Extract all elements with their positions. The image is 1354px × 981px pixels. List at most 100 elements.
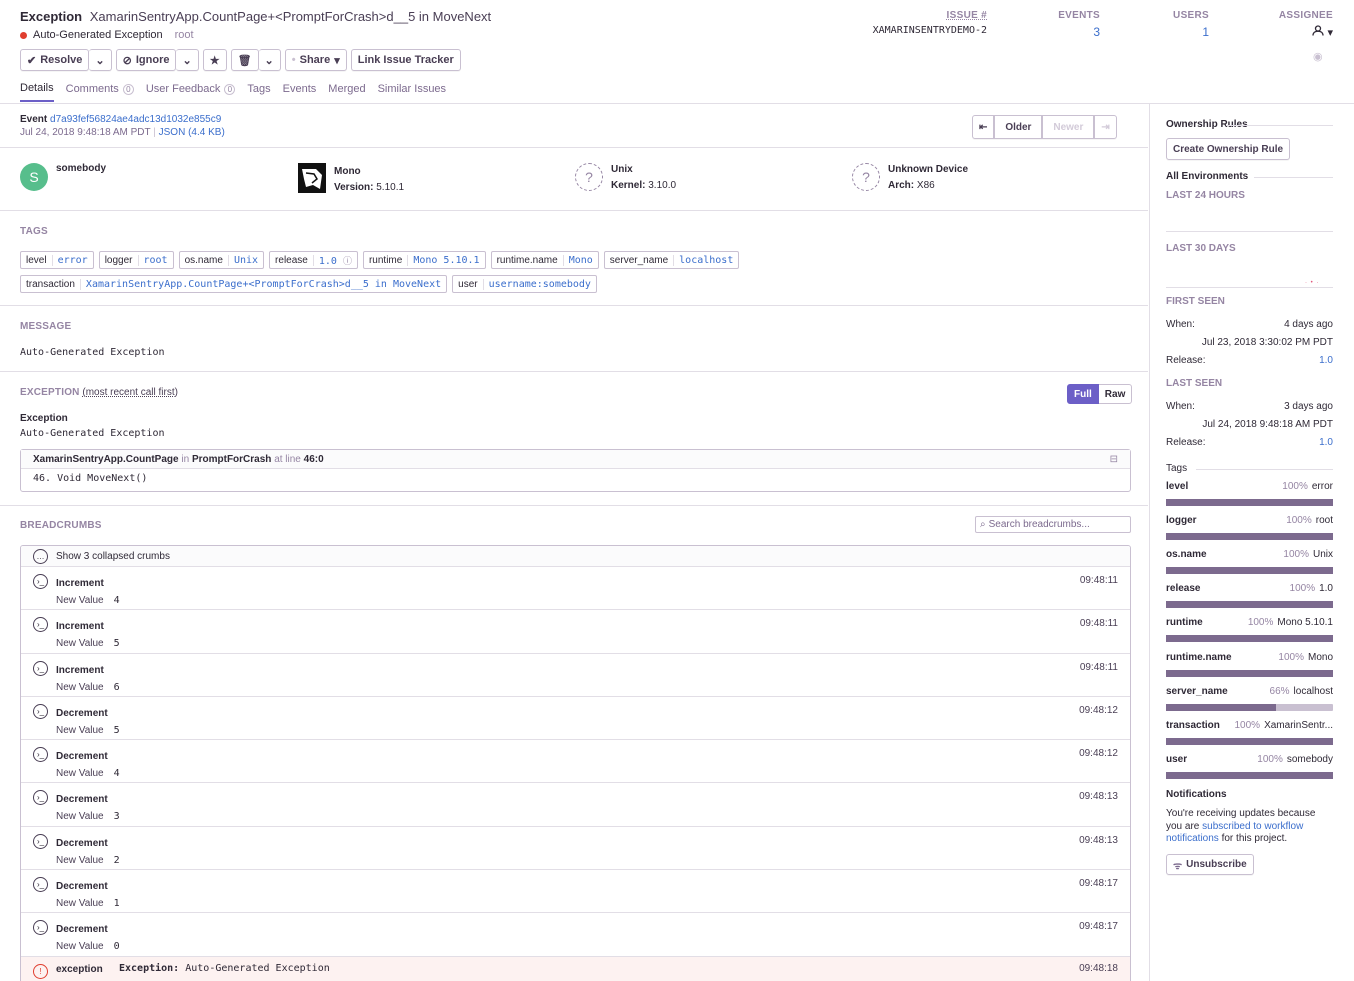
ignore-dropdown[interactable]: ⌄	[176, 49, 199, 71]
wifi-icon: ᯤ	[1173, 860, 1183, 872]
context-runtime: Mono Version: 5.10.1	[298, 163, 404, 196]
resolve-button[interactable]: ✔ Resolve	[20, 49, 90, 71]
divider	[0, 147, 1148, 148]
release-link[interactable]: 1.0	[1319, 355, 1333, 366]
tag-dist-release[interactable]: release 100% 1.0	[1166, 583, 1333, 594]
terminal-icon: ›_	[33, 877, 48, 893]
collapsed-crumbs-toggle[interactable]: … Show 3 collapsed crumbs	[21, 546, 1130, 567]
crumb-time: 09:48:17	[1079, 921, 1118, 933]
older-event-button[interactable]: Older	[994, 115, 1043, 139]
error-level-dot	[20, 31, 27, 39]
tag-dist-os-name[interactable]: os.name 100% Unix	[1166, 549, 1333, 560]
chevron-down-icon: ⌄	[182, 54, 192, 67]
first-seen-when: When: 4 days ago	[1166, 319, 1333, 330]
link-issue-tracker-button[interactable]: Link Issue Tracker	[350, 49, 461, 71]
arch-label: Arch:	[888, 179, 915, 191]
crumb-time: 09:48:11	[1079, 618, 1118, 630]
tag-os-name[interactable]: os.name Unix	[178, 251, 265, 269]
stack-frame[interactable]: XamarinSentryApp.CountPage in PromptForC…	[20, 449, 1131, 492]
full-view-button[interactable]: Full	[1067, 384, 1099, 404]
crumb-value: 4	[113, 768, 120, 780]
raw-view-button[interactable]: Raw	[1098, 384, 1133, 404]
user-name: somebody	[56, 163, 107, 174]
tab-details[interactable]: Details	[20, 82, 54, 102]
tag-value: Mono 5.10.1	[1277, 617, 1333, 628]
tag-server-name[interactable]: server_name localhost	[603, 251, 740, 269]
newer-event-button[interactable]: Newer	[1042, 115, 1095, 139]
tag-bar-fill	[1166, 601, 1333, 608]
delete-dropdown[interactable]: ⌄	[258, 49, 281, 71]
tag-percent: 100%	[1247, 617, 1274, 628]
tag-dist-user[interactable]: user 100% somebody	[1166, 754, 1333, 765]
users-count[interactable]: 1	[1150, 25, 1209, 39]
release-link[interactable]: 1.0	[1319, 437, 1333, 448]
tag-dist-logger[interactable]: logger 100% root	[1166, 515, 1333, 526]
assignee-dropdown[interactable]: ▾	[1270, 25, 1333, 39]
tag-level[interactable]: level error	[20, 251, 94, 269]
ignore-button[interactable]: ⊘ Ignore	[115, 49, 177, 71]
last-seen-date: Jul 24, 2018 9:48:18 AM PDT	[1166, 419, 1333, 430]
context-user: S somebody	[20, 163, 106, 191]
last-event-button[interactable]: ⇥	[1094, 115, 1117, 139]
tags-row-2: transaction XamarinSentryApp.CountPage+<P…	[20, 275, 597, 293]
tag-percent: 100%	[1283, 549, 1309, 560]
tag-top-value: 66% localhost	[1270, 686, 1333, 697]
share-button[interactable]: • Share ▾	[284, 49, 347, 71]
delete-group: 🗑 ⌄	[230, 49, 281, 71]
resolve-dropdown[interactable]: ⌄	[89, 49, 112, 71]
crumb-data: New Value 1	[56, 898, 120, 909]
tag-runtime-name[interactable]: runtime.name Mono	[490, 251, 599, 269]
crumb-time: 09:48:12	[1079, 748, 1118, 760]
exception-order-note[interactable]: (most recent call first)	[82, 387, 178, 398]
events-count[interactable]: 3	[1040, 25, 1100, 39]
tab-similar-issues[interactable]: Similar Issues	[378, 82, 446, 102]
tab-events[interactable]: Events	[283, 82, 317, 102]
tag-dist-runtime-name[interactable]: runtime.name 100% Mono	[1166, 652, 1333, 663]
breadcrumb-search-input[interactable]: ⌕ Search breadcrumbs...	[975, 516, 1131, 533]
all-environments-title[interactable]: All Environments	[1166, 171, 1248, 182]
tag-transaction[interactable]: transaction XamarinSentryApp.CountPage+<P…	[20, 275, 448, 293]
first-seen-release: Release: 1.0	[1166, 355, 1333, 366]
tag-runtime[interactable]: runtime Mono 5.10.1	[362, 251, 486, 269]
when-label: When:	[1166, 319, 1195, 330]
tag-dist-transaction[interactable]: transaction 100% XamarinSentr...	[1166, 720, 1333, 731]
tag-release[interactable]: release 1.0 ⓘ	[269, 251, 358, 269]
event-label: Event	[20, 114, 48, 125]
tab-comments[interactable]: Comments 0	[66, 82, 134, 102]
tab-tags[interactable]: Tags	[247, 82, 270, 102]
terminal-icon: ›_	[33, 747, 48, 763]
crumb-key: New Value	[56, 595, 104, 606]
tag-logger[interactable]: logger root	[98, 251, 174, 269]
tag-bar-fill	[1166, 772, 1333, 779]
tag-key: os.name	[180, 254, 229, 266]
resolve-label: Resolve	[40, 54, 83, 66]
event-json-link[interactable]: JSON (4.4 KB)	[159, 127, 225, 138]
tag-dist-runtime[interactable]: runtime 100% Mono 5.10.1	[1166, 617, 1333, 628]
issue-logger[interactable]: root	[175, 29, 194, 41]
crumb-category: Increment	[56, 578, 104, 589]
bookmark-button[interactable]: ★	[202, 49, 227, 71]
info-icon[interactable]: ⓘ	[343, 257, 352, 267]
first-event-button[interactable]: ⇤	[972, 115, 995, 139]
tag-dist-level[interactable]: level 100% error	[1166, 481, 1333, 492]
issue-subtitle: Auto-Generated Exception root	[20, 29, 194, 41]
tab-user-feedback[interactable]: User Feedback 0	[146, 82, 236, 102]
collapse-icon[interactable]: ⊟	[1110, 454, 1118, 465]
eye-icon[interactable]: ◉	[1313, 50, 1323, 63]
issue-tabs: Details Comments 0 User Feedback 0 Tags Ev…	[20, 82, 446, 102]
last-seen-when: When: 3 days ago	[1166, 401, 1333, 412]
crumb-value: 1	[113, 898, 120, 910]
event-date: Jul 24, 2018 9:48:18 AM PDT	[20, 127, 151, 138]
create-ownership-rule-button[interactable]: Create Ownership Rule	[1166, 138, 1291, 160]
crumb-data: New Value 3	[56, 811, 120, 822]
unsubscribe-button[interactable]: ᯤ Unsubscribe	[1166, 854, 1254, 875]
event-id-link[interactable]: d7a93fef56824ae4adc13d1032e855c9	[50, 114, 221, 125]
delete-button[interactable]: 🗑	[230, 49, 259, 71]
crumb-data: New Value 2	[56, 855, 120, 866]
unknown-os-icon: ?	[575, 163, 603, 191]
tag-dist-server-name[interactable]: server_name 66% localhost	[1166, 686, 1333, 697]
tab-merged[interactable]: Merged	[328, 82, 365, 102]
tag-percent: 100%	[1286, 515, 1312, 526]
tag-user[interactable]: user username:somebody	[452, 275, 597, 293]
crumb-time: 09:48:18	[1079, 962, 1118, 974]
